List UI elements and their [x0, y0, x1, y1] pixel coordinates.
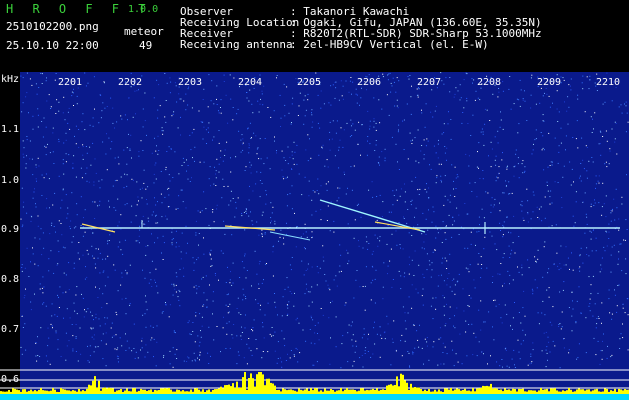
x-tick-2206: 2206 — [357, 77, 382, 88]
spectrogram-overlay — [0, 72, 629, 400]
baseline-bar — [0, 394, 629, 400]
x-tick-2210: 2210 — [596, 77, 621, 88]
y-tick-1.1: 1.1 — [1, 124, 20, 135]
x-tick-2203: 2203 — [178, 77, 203, 88]
y-tick-0.7: 0.7 — [1, 324, 20, 335]
x-tick-2209: 2209 — [537, 77, 562, 88]
noise-speckle — [20, 72, 629, 369]
meteor-trail-5 — [269, 231, 311, 241]
y-axis-unit: kHz — [1, 74, 20, 85]
meteor-trail-3 — [319, 199, 426, 233]
y-tick-0.9: 0.9 — [1, 224, 20, 235]
x-tick-2205: 2205 — [297, 77, 322, 88]
y-tick-1.0: 1.0 — [1, 175, 20, 186]
y-tick-0.8: 0.8 — [1, 274, 20, 285]
signal-histogram — [0, 372, 629, 394]
y-tick-0.6: 0.6 — [1, 374, 20, 385]
x-tick-2208: 2208 — [477, 77, 502, 88]
x-tick-2204: 2204 — [238, 77, 263, 88]
x-tick-2202: 2202 — [118, 77, 143, 88]
x-tick-2207: 2207 — [417, 77, 442, 88]
x-tick-2201: 2201 — [58, 77, 83, 88]
